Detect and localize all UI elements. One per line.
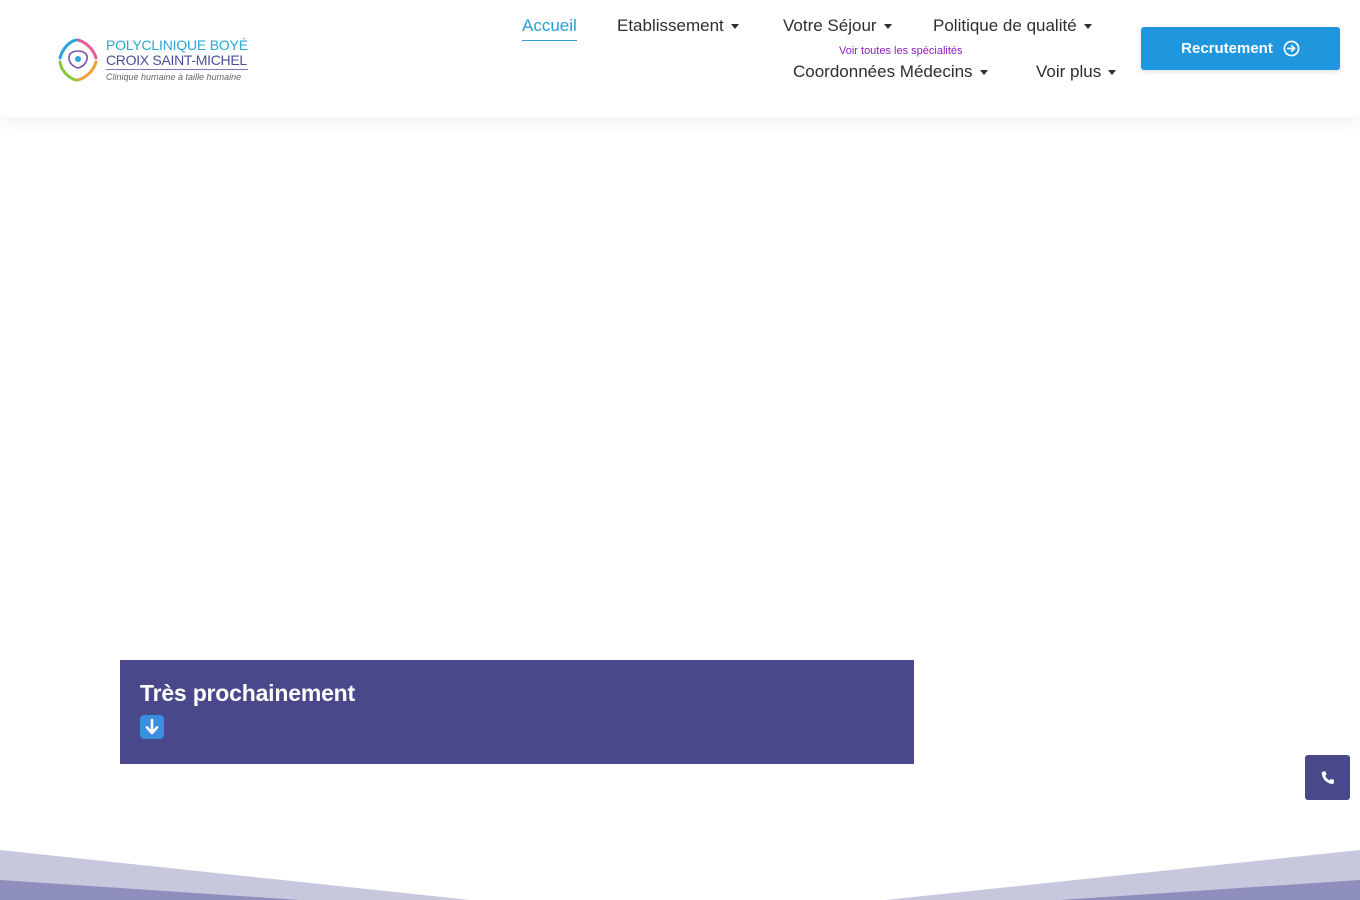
nav-voir-plus-label: Voir plus — [1036, 62, 1102, 81]
logo-mark-icon — [58, 38, 98, 82]
logo-tagline: Clinique humaine à taille humaine — [106, 72, 242, 82]
nav-active-underline — [522, 40, 577, 41]
caret-down-icon — [1108, 70, 1117, 75]
coming-soon-title: Très prochainement — [140, 680, 355, 706]
coming-soon-banner: Très prochainement — [120, 660, 914, 764]
nav-sejour[interactable]: Votre Séjour — [783, 16, 892, 36]
down-arrow-glyph-icon — [145, 718, 159, 735]
recrutement-button[interactable]: Recrutement — [1141, 27, 1340, 70]
phone-contact-button[interactable] — [1305, 755, 1350, 800]
down-arrow-emoji-icon — [140, 715, 164, 739]
site-logo[interactable]: POLYCLINIQUE BOYÉ CROIX SAINT-MICHEL Cli… — [56, 34, 256, 86]
nav-voir-plus[interactable]: Voir plus — [1036, 62, 1117, 82]
recrutement-label: Recrutement — [1181, 40, 1273, 57]
logo-line-2: CROIX SAINT-MICHEL — [106, 52, 248, 70]
nav-medecins-label: Coordonnées Médecins — [793, 62, 973, 81]
logo-line-1: POLYCLINIQUE BOYÉ — [106, 37, 248, 53]
nav-qualite[interactable]: Politique de qualité — [933, 16, 1092, 36]
site-header: POLYCLINIQUE BOYÉ CROIX SAINT-MICHEL Cli… — [0, 0, 1360, 117]
nav-medecins[interactable]: Coordonnées Médecins — [793, 62, 988, 82]
caret-down-icon — [1083, 24, 1092, 29]
phone-icon — [1321, 771, 1334, 784]
caret-down-icon — [730, 24, 739, 29]
arrow-circle-right-icon — [1283, 40, 1300, 57]
nav-accueil-label: Accueil — [522, 16, 577, 35]
nav-accueil[interactable]: Accueil — [522, 16, 577, 41]
footer-wave-decoration — [0, 850, 1360, 900]
nav-etablissement-label: Etablissement — [617, 16, 724, 35]
logo-text: POLYCLINIQUE BOYÉ CROIX SAINT-MICHEL Cli… — [106, 38, 248, 82]
nav-sejour-label: Votre Séjour — [783, 16, 877, 35]
specialites-hint: Voir toutes les spécialités — [839, 45, 963, 57]
caret-down-icon — [883, 24, 892, 29]
caret-down-icon — [979, 70, 988, 75]
nav-qualite-label: Politique de qualité — [933, 16, 1077, 35]
nav-etablissement[interactable]: Etablissement — [617, 16, 739, 36]
